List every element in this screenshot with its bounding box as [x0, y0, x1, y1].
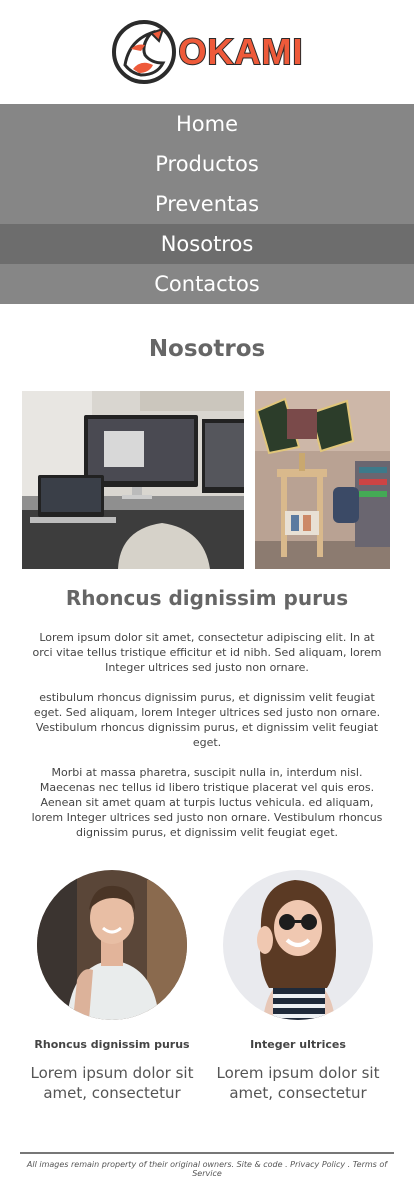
- nav-item-nosotros[interactable]: Nosotros: [0, 224, 414, 264]
- team-profiles: Rhoncus dignissim purus Lorem ipsum dolo…: [0, 870, 414, 1130]
- site-footer: All images remain property of their orig…: [20, 1152, 394, 1178]
- about-text: Lorem ipsum dolor sit amet, consectetur …: [28, 630, 386, 840]
- footer-text: All images remain property of their orig…: [26, 1160, 388, 1178]
- profile-card: Integer ultrices Lorem ipsum dolor sit a…: [208, 870, 388, 1103]
- paragraph: Morbi at massa pharetra, suscipit nulla …: [31, 766, 383, 839]
- avatar: [37, 870, 187, 1020]
- brand-logo[interactable]: OKAMI: [111, 19, 304, 85]
- nav-item-home[interactable]: Home: [0, 104, 414, 144]
- brand-name: OKAMI: [178, 30, 304, 73]
- profile-description: Lorem ipsum dolor sit amet, consectetur: [216, 1064, 380, 1102]
- main-content: Nosotros Rhoncus dignissim purus Lorem i…: [0, 336, 414, 1130]
- desk-setup-image: [22, 391, 244, 569]
- photo-gallery: [0, 391, 414, 569]
- site-header: OKAMI: [0, 0, 414, 104]
- page-title: Nosotros: [148, 336, 266, 362]
- paragraph: estibulum rhoncus dignissim purus, et di…: [33, 691, 381, 749]
- nav-item-preventas[interactable]: Preventas: [0, 184, 414, 224]
- profile-name: Integer ultrices: [250, 1038, 346, 1051]
- profile-card: Rhoncus dignissim purus Lorem ipsum dolo…: [22, 870, 202, 1103]
- profile-description: Lorem ipsum dolor sit amet, consectetur: [30, 1064, 194, 1102]
- main-nav: Home Productos Preventas Nosotros Contac…: [0, 104, 414, 304]
- profile-name: Rhoncus dignissim purus: [34, 1038, 190, 1051]
- paragraph: Lorem ipsum dolor sit amet, consectetur …: [32, 631, 382, 674]
- avatar: [223, 870, 373, 1020]
- nav-item-productos[interactable]: Productos: [0, 144, 414, 184]
- nav-item-contactos[interactable]: Contactos: [0, 264, 414, 304]
- section-subtitle: Rhoncus dignissim purus: [65, 586, 349, 610]
- fox-logo-icon: [111, 20, 176, 84]
- workshop-image: [255, 391, 390, 569]
